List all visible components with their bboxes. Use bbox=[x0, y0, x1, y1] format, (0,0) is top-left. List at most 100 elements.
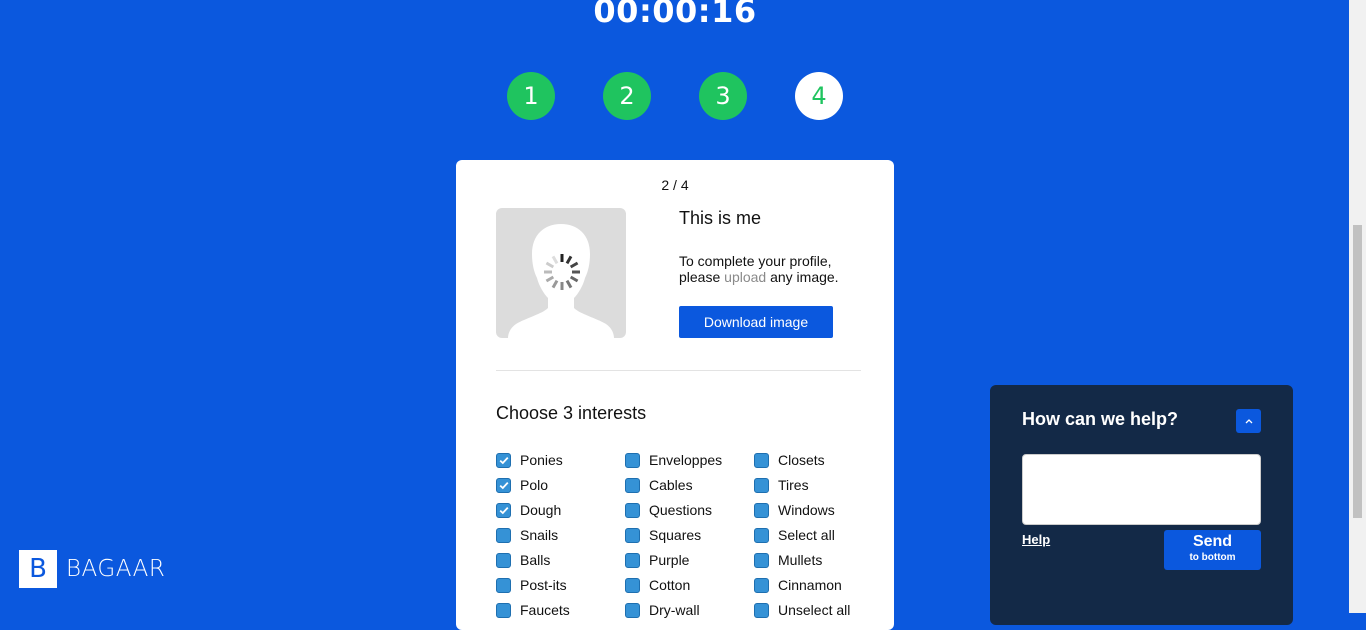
profile-text-after: any image. bbox=[766, 269, 839, 285]
logo-text: BAGAAR bbox=[66, 556, 166, 582]
interest-checkbox[interactable] bbox=[625, 603, 640, 618]
send-button[interactable]: Send to bottom bbox=[1164, 530, 1261, 570]
interest-option[interactable]: Windows bbox=[754, 497, 850, 522]
interest-checkbox[interactable] bbox=[754, 603, 769, 618]
interest-label: Dry-wall bbox=[649, 601, 700, 618]
interest-checkbox[interactable] bbox=[496, 603, 511, 618]
interest-option[interactable]: Enveloppes bbox=[625, 447, 722, 472]
page-scrollbar[interactable] bbox=[1349, 0, 1366, 613]
person-silhouette-icon bbox=[508, 224, 614, 338]
logo-mark: B bbox=[19, 550, 57, 588]
interest-label: Squares bbox=[649, 526, 702, 543]
interest-label: Balls bbox=[520, 551, 551, 568]
interest-label: Faucets bbox=[520, 601, 570, 618]
interest-checkbox[interactable] bbox=[625, 528, 640, 543]
interest-checkbox[interactable] bbox=[496, 478, 511, 493]
interest-label: Cables bbox=[649, 476, 693, 493]
interest-option[interactable]: Questions bbox=[625, 497, 722, 522]
interest-checkbox[interactable] bbox=[754, 503, 769, 518]
interest-checkbox[interactable] bbox=[496, 503, 511, 518]
interest-option[interactable]: Cables bbox=[625, 472, 722, 497]
upload-link[interactable]: upload bbox=[724, 269, 766, 285]
step-indicator: 1 2 3 4 bbox=[507, 72, 843, 120]
help-link[interactable]: Help bbox=[1022, 532, 1050, 547]
interest-option[interactable]: Squares bbox=[625, 522, 722, 547]
interest-option[interactable]: Dough bbox=[496, 497, 570, 522]
interest-checkbox[interactable] bbox=[754, 528, 769, 543]
interest-option[interactable]: Select all bbox=[754, 522, 850, 547]
step-3[interactable]: 3 bbox=[699, 72, 747, 120]
interest-option[interactable]: Ponies bbox=[496, 447, 570, 472]
interest-label: Tires bbox=[778, 476, 809, 493]
interest-checkbox[interactable] bbox=[625, 553, 640, 568]
interest-option[interactable]: Faucets bbox=[496, 597, 570, 622]
scrollbar-thumb[interactable] bbox=[1353, 225, 1362, 518]
interest-option[interactable]: Polo bbox=[496, 472, 570, 497]
interest-label: Enveloppes bbox=[649, 451, 723, 468]
interest-checkbox[interactable] bbox=[496, 453, 511, 468]
interest-checkbox[interactable] bbox=[754, 478, 769, 493]
collapse-button[interactable] bbox=[1236, 409, 1261, 433]
chevron-up-icon bbox=[1245, 419, 1252, 424]
help-message-input[interactable] bbox=[1022, 454, 1261, 525]
interest-checkbox[interactable] bbox=[496, 578, 511, 593]
interest-checkbox[interactable] bbox=[496, 553, 511, 568]
interest-label: Select all bbox=[778, 526, 835, 543]
page-counter: 2 / 4 bbox=[661, 177, 689, 193]
interest-label: Snails bbox=[520, 526, 559, 543]
interest-checkbox[interactable] bbox=[754, 453, 769, 468]
checkmark-icon bbox=[499, 456, 508, 465]
interest-label: Ponies bbox=[520, 451, 563, 468]
interest-option[interactable]: Unselect all bbox=[754, 597, 850, 622]
timer: 00:00:16 bbox=[593, 0, 757, 30]
interest-option[interactable]: Snails bbox=[496, 522, 570, 547]
interest-label: Purple bbox=[649, 551, 690, 568]
interest-label: Closets bbox=[778, 451, 825, 468]
interest-checkbox[interactable] bbox=[754, 578, 769, 593]
interest-label: Windows bbox=[778, 501, 835, 518]
interest-option[interactable]: Mullets bbox=[754, 547, 850, 572]
help-widget: How can we help? Help Send to bottom bbox=[990, 385, 1293, 625]
interest-label: Polo bbox=[520, 476, 549, 493]
interest-label: Cotton bbox=[649, 576, 691, 593]
interest-option[interactable]: Dry-wall bbox=[625, 597, 722, 622]
interest-option[interactable]: Cinnamon bbox=[754, 572, 850, 597]
step-2[interactable]: 2 bbox=[603, 72, 651, 120]
help-title: How can we help? bbox=[1022, 409, 1179, 429]
interests-column: Enveloppes Cables Questions Squares Purple Co… bbox=[625, 447, 722, 622]
checkmark-icon bbox=[499, 481, 508, 490]
step-1[interactable]: 1 bbox=[507, 72, 555, 120]
interest-label: Questions bbox=[649, 501, 713, 518]
interest-option[interactable]: Cotton bbox=[625, 572, 722, 597]
interests-column: Closets Tires Windows Select all Mullets Cinn… bbox=[754, 447, 850, 622]
interest-checkbox[interactable] bbox=[625, 578, 640, 593]
step-4-current[interactable]: 4 bbox=[795, 72, 843, 120]
interest-option[interactable]: Tires bbox=[754, 472, 850, 497]
interest-option[interactable]: Post-its bbox=[496, 572, 570, 597]
interest-checkbox[interactable] bbox=[496, 528, 511, 543]
divider bbox=[496, 370, 861, 371]
checkmark-icon bbox=[499, 506, 508, 515]
profile-title: This is me bbox=[679, 208, 762, 228]
interest-label: Dough bbox=[520, 501, 562, 518]
interest-label: Post-its bbox=[520, 576, 567, 593]
interest-label: Cinnamon bbox=[778, 576, 842, 593]
send-label: Send bbox=[1192, 533, 1233, 550]
interest-checkbox[interactable] bbox=[754, 553, 769, 568]
send-sublabel: to bottom bbox=[1189, 552, 1236, 563]
interest-checkbox[interactable] bbox=[625, 503, 640, 518]
interest-checkbox[interactable] bbox=[625, 453, 640, 468]
interest-option[interactable]: Purple bbox=[625, 547, 722, 572]
avatar-placeholder[interactable] bbox=[496, 208, 626, 338]
interests-column: Ponies Polo Dough Snails Balls Post-its Faucet… bbox=[496, 447, 570, 622]
interest-option[interactable]: Closets bbox=[754, 447, 850, 472]
interest-label: Mullets bbox=[778, 551, 823, 568]
interest-label: Unselect all bbox=[778, 601, 851, 618]
download-image-button[interactable]: Download image bbox=[679, 306, 833, 338]
profile-card: 2 / 4 This is me To complete your profil… bbox=[456, 160, 894, 630]
interest-checkbox[interactable] bbox=[625, 478, 640, 493]
interests-title: Choose 3 interests bbox=[496, 403, 647, 423]
logo[interactable]: B BAGAAR bbox=[19, 550, 165, 588]
profile-instructions: To complete your profile, please upload … bbox=[679, 253, 869, 285]
interest-option[interactable]: Balls bbox=[496, 547, 570, 572]
